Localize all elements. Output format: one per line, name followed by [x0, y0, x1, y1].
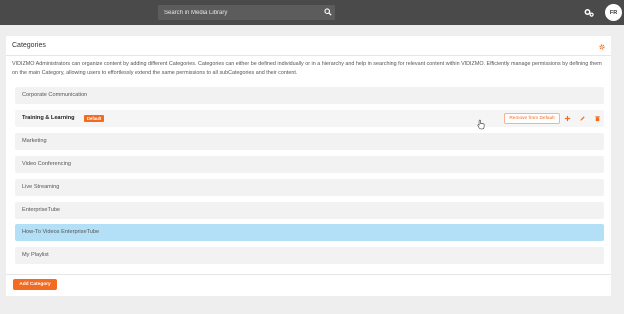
- search-icon[interactable]: [324, 8, 332, 16]
- category-row-live-streaming[interactable]: Live Streaming: [15, 179, 604, 196]
- remove-from-default-button[interactable]: Remove from Default: [504, 113, 560, 124]
- divider: [6, 55, 611, 56]
- category-row-corporate-communication[interactable]: Corporate Communication: [15, 87, 604, 104]
- delete-icon[interactable]: [593, 114, 602, 123]
- settings-icon[interactable]: [599, 44, 605, 50]
- top-bar: FR: [0, 0, 624, 25]
- category-row-enterprisetube[interactable]: EnterpriseTube: [15, 202, 604, 219]
- search-box: [158, 5, 335, 20]
- category-row-training-learning[interactable]: Training & Learning Default Remove from …: [15, 110, 604, 127]
- category-label: Live Streaming: [22, 184, 60, 190]
- add-subcategory-icon[interactable]: [563, 114, 572, 123]
- category-label: How-To Videos EnterpriseTube: [22, 229, 100, 235]
- divider: [6, 274, 611, 275]
- search-input[interactable]: [158, 5, 318, 20]
- gear-icon[interactable]: [584, 8, 594, 18]
- categories-panel: Categories VIDIZMO Administrators can or…: [6, 36, 611, 296]
- description-text: VIDIZMO Administrators can organize cont…: [12, 61, 602, 76]
- edit-icon[interactable]: [578, 114, 587, 123]
- avatar[interactable]: FR: [605, 4, 622, 21]
- category-label: Marketing: [22, 138, 47, 144]
- category-label: Training & Learning: [22, 115, 75, 121]
- hand-cursor-icon: [477, 119, 485, 130]
- add-category-button[interactable]: Add Category: [13, 279, 57, 290]
- category-label: My Playlist: [22, 252, 49, 258]
- category-row-marketing[interactable]: Marketing: [15, 133, 604, 150]
- category-label: EnterpriseTube: [22, 207, 61, 213]
- category-row-my-playlist[interactable]: My Playlist: [15, 247, 604, 264]
- page-title: Categories: [12, 42, 46, 49]
- category-label: Video Conferencing: [22, 161, 72, 167]
- category-row-how-to-videos[interactable]: How-To Videos EnterpriseTube: [15, 224, 604, 241]
- category-label: Corporate Communication: [22, 92, 88, 98]
- default-badge: Default: [84, 115, 105, 122]
- category-row-video-conferencing[interactable]: Video Conferencing: [15, 156, 604, 173]
